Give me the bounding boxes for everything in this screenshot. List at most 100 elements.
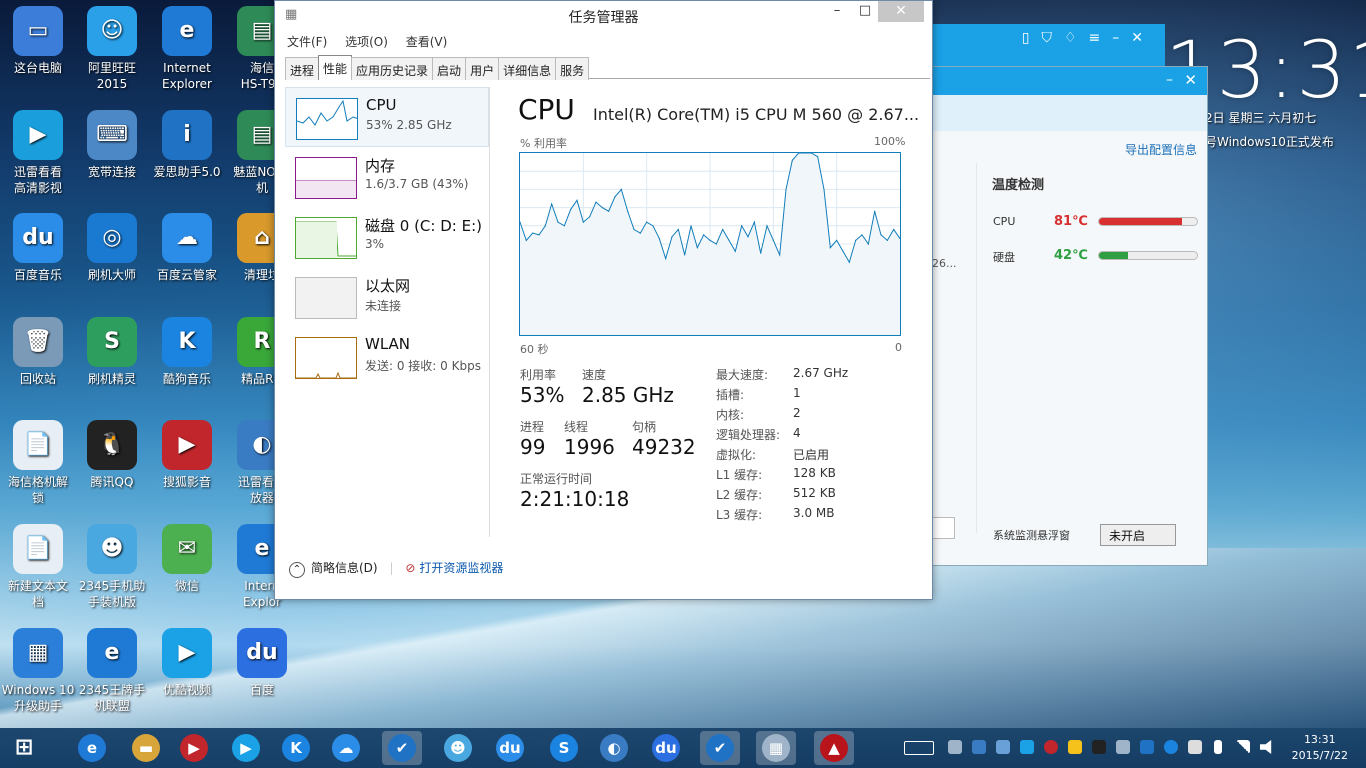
qq-tray-icon[interactable] (1068, 740, 1082, 754)
bg-app-titlebar[interactable]: ▯⛉♢≡–✕ (925, 24, 1165, 66)
resource-wlan[interactable]: WLAN 发送: 0 接收: 0 Kbps (285, 327, 489, 387)
desktop-icon[interactable]: ▶ 搜狐影音 (149, 414, 225, 514)
fewer-details-link[interactable]: 简略信息(D) (311, 561, 378, 575)
close-button[interactable]: ✕ (878, 1, 924, 22)
task-manager-window[interactable]: ▦ 任务管理器 – □ ✕ 文件(F) 选项(O) 查看(V) 进程 性能 应用历史… (274, 0, 933, 600)
menu-options[interactable]: 选项(O) (345, 35, 388, 49)
taskbar-clock[interactable]: 13:31 2015/7/22 (1292, 732, 1348, 764)
tab-details[interactable]: 详细信息 (498, 57, 557, 80)
taskbar-app-sogou[interactable]: S (544, 731, 584, 765)
tab-performance[interactable]: 性能 (318, 55, 353, 80)
desktop-icon[interactable]: ▶ 优酷视频 (149, 622, 225, 722)
kugou-tray-icon[interactable] (1164, 740, 1178, 754)
tray-icon-2[interactable] (972, 740, 986, 754)
desktop-icon[interactable]: ▭ 这台电脑 (0, 0, 76, 100)
tray-icon-5[interactable] (1044, 740, 1058, 754)
desktop-icon[interactable]: ☻ 2345手机助 手装机版 (74, 518, 150, 618)
taskbar-app-xunlei[interactable]: ◐ (594, 731, 634, 765)
resource-ethernet[interactable]: 以太网 未连接 (285, 267, 489, 327)
tray-icon-8[interactable] (1116, 740, 1130, 754)
shield-icon[interactable] (1140, 740, 1154, 754)
desktop-icon[interactable]: 📄 海信格机解 锁 (0, 414, 76, 514)
minimize-icon[interactable]: – (1166, 72, 1173, 88)
util-label: 利用率 (520, 368, 557, 382)
taskbar-app-baidu[interactable]: du (646, 731, 686, 765)
taskbar-app-security[interactable]: ✔ (382, 731, 422, 765)
taskbar-app-ie[interactable]: e (72, 731, 112, 765)
spec-label: L1 缓存: (716, 468, 763, 482)
tab-users[interactable]: 用户 (465, 57, 500, 80)
keyboard-icon[interactable] (904, 741, 934, 755)
taskbar-app-red-app[interactable]: ▲ (814, 731, 854, 765)
task-manager-titlebar[interactable]: ▦ 任务管理器 – □ ✕ (275, 1, 932, 31)
desktop-icon[interactable]: e 2345王牌手 机联盟 (74, 622, 150, 722)
spec-value: 2.67 GHz (793, 366, 849, 380)
resource-memory[interactable]: 内存 1.6/3.7 GB (43%) (285, 147, 489, 207)
resource-cpu[interactable]: CPU 53% 2.85 GHz (285, 87, 489, 147)
taskbar-app-sohu-player[interactable]: ▶ (174, 731, 214, 765)
desktop-icon[interactable]: du 百度音乐 (0, 207, 76, 307)
temperature-titlebar[interactable]: – ✕ (926, 67, 1207, 95)
desktop-icon[interactable]: S 刷机精灵 (74, 311, 150, 411)
partial-button[interactable] (931, 517, 955, 539)
tab-processes[interactable]: 进程 (285, 57, 320, 80)
resource-disk[interactable]: 磁盘 0 (C: D: E:) 3% (285, 207, 489, 267)
taskbar-app-taskmgr[interactable]: ▦ (756, 731, 796, 765)
desktop-icon[interactable]: K 酷狗音乐 (149, 311, 225, 411)
desktop-icon[interactable]: ▦ Windows 10 升级助手 (0, 622, 76, 722)
baidu-music-icon: du (496, 734, 524, 762)
spec-label: 虚拟化: (716, 448, 757, 462)
temperature-window[interactable]: – ✕ 导出配置信息 26... (925, 66, 1208, 566)
cpu-summary: 53% 2.85 GHz (366, 118, 452, 132)
tray-icon-7[interactable] (1092, 740, 1106, 754)
desktop-icon[interactable]: 📄 新建文本文 档 (0, 518, 76, 618)
tray-icon-3[interactable] (996, 740, 1010, 754)
taskbar-app-start[interactable]: ⊞ (4, 731, 44, 765)
export-config-link[interactable]: 导出配置信息 (1125, 141, 1197, 158)
tray-icon-4[interactable] (1020, 740, 1034, 754)
minimize-button[interactable]: – (822, 1, 852, 23)
maximize-button[interactable]: □ (850, 1, 880, 23)
desktop-icon[interactable]: ☁ 百度云管家 (149, 207, 225, 307)
flag-icon[interactable] (1188, 740, 1202, 754)
battery-icon[interactable] (1214, 740, 1222, 754)
close-icon[interactable]: ✕ (1184, 71, 1197, 89)
tray-icon-1[interactable] (948, 740, 962, 754)
desktop-icon[interactable]: ⌨ 宽带连接 (74, 104, 150, 204)
volume-icon[interactable] (1260, 740, 1272, 754)
taskbar-app-security2[interactable]: ✔ (700, 731, 740, 765)
security-icon: ✔ (388, 734, 416, 762)
taskbar-app-baidu-music[interactable]: du (490, 731, 530, 765)
desktop-icon[interactable]: du 百度 (224, 622, 300, 722)
cpu-data-point (595, 201, 597, 203)
wlan-summary: 发送: 0 接收: 0 Kbps (365, 359, 481, 373)
desktop-icon[interactable]: i 爱思助手5.0 (149, 104, 225, 204)
bg-app-controls[interactable]: ▯⛉♢≡–✕ (1022, 30, 1155, 46)
float-window-toggle[interactable]: 未开启 (1100, 524, 1176, 546)
taskbar-app-youku[interactable]: ▶ (226, 731, 266, 765)
cpu-data-point (601, 207, 603, 209)
desktop-icon[interactable]: 🐧 腾讯QQ (74, 414, 150, 514)
taskbar-app-2345-helper[interactable]: ☻ (438, 731, 478, 765)
desktop-icon[interactable]: 🗑 回收站 (0, 311, 76, 411)
menu-file[interactable]: 文件(F) (287, 35, 327, 49)
cpu-graph (519, 152, 901, 336)
taskbar-app-explorer[interactable]: ▬ (126, 731, 166, 765)
signal-icon[interactable] (1236, 740, 1250, 754)
menu-view[interactable]: 查看(V) (406, 35, 448, 49)
open-resource-monitor-link[interactable]: 打开资源监视器 (419, 561, 503, 575)
desktop-icon[interactable]: ◎ 刷机大师 (74, 207, 150, 307)
spec-label: L3 缓存: (716, 508, 763, 522)
desktop-icon[interactable]: ▶ 迅雷看看 高清影视 (0, 104, 76, 204)
cpu-data-point (582, 221, 584, 223)
collapse-icon[interactable]: ⌃ (289, 562, 305, 578)
tab-services[interactable]: 服务 (555, 57, 590, 80)
desktop-icon[interactable]: ☺ 阿里旺旺 2015 (74, 0, 150, 100)
desktop-icon[interactable]: ✉ 微信 (149, 518, 225, 618)
taskbar-app-kugou[interactable]: K (276, 731, 316, 765)
tab-app-history[interactable]: 应用历史记录 (351, 57, 434, 80)
desktop-icon[interactable]: e Internet Explorer (149, 0, 225, 100)
uptime-label: 正常运行时间 (520, 472, 593, 486)
taskbar-app-baidu-cloud[interactable]: ☁ (326, 731, 366, 765)
tab-startup[interactable]: 启动 (432, 57, 467, 80)
